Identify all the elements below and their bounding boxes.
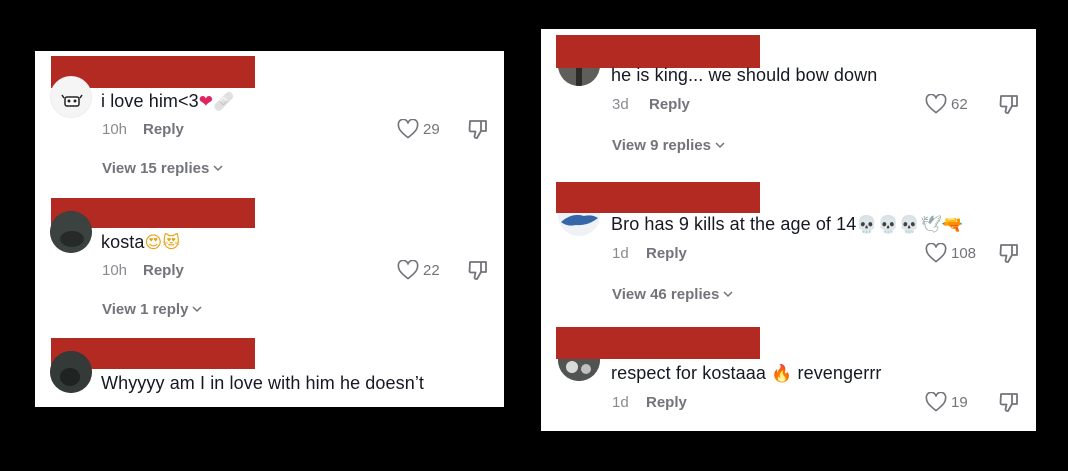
like-button[interactable]: 108 [925, 243, 976, 263]
comment-time: 1d [612, 394, 629, 411]
skull-emoji-icon: 💀 [898, 215, 921, 235]
thumbs-down-outline-icon [468, 120, 487, 139]
like-button[interactable]: 29 [397, 119, 440, 139]
like-count: 108 [951, 244, 977, 262]
chevron-down-icon [723, 291, 733, 298]
avatar-image [61, 94, 83, 107]
avatar[interactable] [50, 351, 92, 393]
like-count: 19 [951, 393, 968, 411]
heart-emoji-icon: ❤ [198, 92, 214, 112]
skull-emoji-icon: 💀 [856, 215, 878, 235]
dislike-button[interactable] [468, 119, 488, 140]
view-replies-button[interactable]: View 15 replies [102, 160, 223, 177]
chevron-down-icon [715, 142, 725, 149]
thumbs-down-outline-icon [468, 261, 487, 280]
comment-time: 10h [102, 121, 128, 138]
avatar-image [50, 351, 92, 393]
reply-button[interactable]: Reply [143, 121, 184, 138]
reply-button[interactable]: Reply [143, 262, 184, 279]
water-pistol-emoji-icon: 🔫 [941, 215, 964, 235]
comment-time: 1d [612, 245, 629, 262]
heart-eyes-cat-emoji-icon: 😻 [162, 233, 181, 253]
heart-outline-icon [925, 94, 947, 114]
view-replies-label: View 46 replies [612, 286, 720, 303]
dislike-button[interactable] [999, 392, 1019, 413]
view-replies-label: View 15 replies [102, 160, 210, 177]
view-replies-button[interactable]: View 9 replies [612, 137, 725, 154]
reply-button[interactable]: Reply [646, 394, 687, 411]
comment-time: 3d [612, 96, 629, 113]
comment-text: Whyyyy am I in love with him he doesn’t [101, 373, 425, 393]
like-count: 29 [423, 120, 440, 138]
view-replies-button[interactable]: View 1 reply [102, 301, 202, 318]
heart-outline-icon [397, 119, 419, 139]
heart-eyes-emoji-icon: 😍 [144, 233, 163, 253]
avatar-image [50, 211, 92, 253]
comment-panel-right: he is king... we should bow down 3d Repl… [541, 29, 1036, 431]
like-button[interactable]: 22 [397, 260, 440, 280]
like-button[interactable]: 62 [925, 94, 968, 114]
fire-emoji-icon: 🔥 [771, 364, 793, 384]
skull-emoji-icon: 💀 [877, 215, 899, 235]
dislike-button[interactable] [999, 243, 1019, 264]
comment-panel-left: i love him<3❤🩹 10h Reply 29 View 15 repl… [35, 51, 504, 407]
dislike-button[interactable] [999, 94, 1019, 115]
bandage-emoji-icon: 🩹 [213, 92, 235, 112]
chevron-down-icon [213, 165, 223, 172]
view-replies-label: View 1 reply [102, 301, 189, 318]
thumbs-down-outline-icon [999, 95, 1018, 114]
redacted-username [556, 327, 760, 359]
chevron-down-icon [192, 306, 202, 313]
reply-button[interactable]: Reply [649, 96, 690, 113]
redacted-username [556, 182, 760, 213]
like-count: 22 [423, 261, 440, 279]
thumbs-down-outline-icon [999, 393, 1018, 412]
comment-text: kosta😍😻 [101, 232, 181, 253]
view-replies-label: View 9 replies [612, 137, 711, 154]
thumbs-down-outline-icon [999, 244, 1018, 263]
comment-text: Bro has 9 kills at the age of 14💀💀💀🕊🔫 [611, 214, 964, 235]
avatar[interactable] [50, 76, 92, 118]
comment-text: respect for kostaaa 🔥 revengerrr [611, 363, 882, 384]
comment-text: he is king... we should bow down [611, 65, 878, 85]
avatar[interactable] [50, 211, 92, 253]
heart-outline-icon [925, 243, 947, 263]
dislike-button[interactable] [468, 260, 488, 281]
comment-time: 10h [102, 262, 128, 279]
dove-emoji-icon: 🕊 [920, 215, 942, 235]
view-replies-button[interactable]: View 46 replies [612, 286, 733, 303]
redacted-username [556, 35, 760, 68]
like-count: 62 [951, 95, 968, 113]
heart-outline-icon [925, 392, 947, 412]
comment-text: i love him<3❤🩹 [101, 91, 235, 112]
reply-button[interactable]: Reply [646, 245, 687, 262]
like-button[interactable]: 19 [925, 392, 968, 412]
heart-outline-icon [397, 260, 419, 280]
